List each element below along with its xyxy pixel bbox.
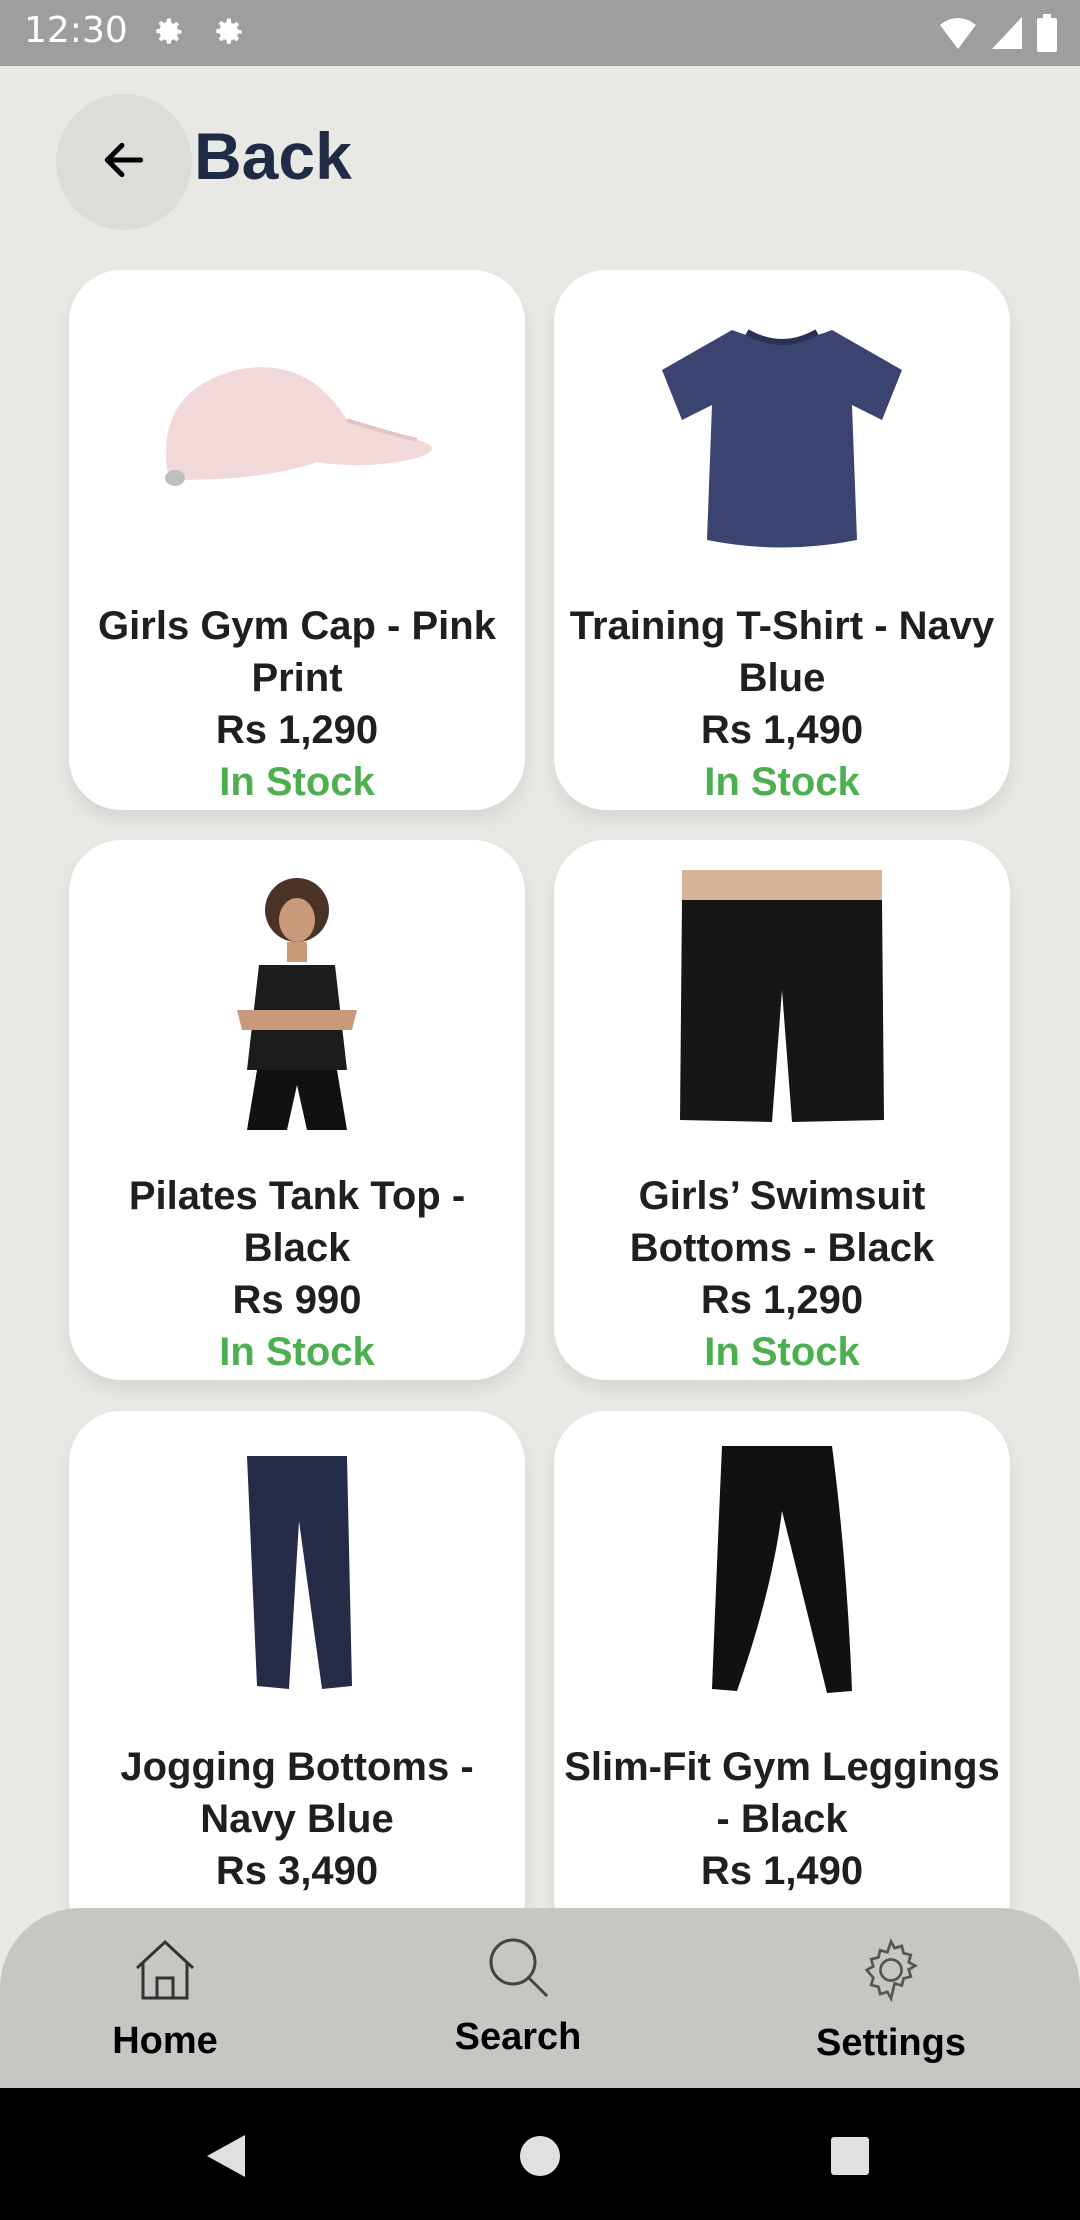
settings-notification-icon [150, 14, 186, 55]
product-card[interactable]: Slim-Fit Gym Leggings - Black Rs 1,490 [554, 1411, 1010, 1951]
status-time: 12:30 [24, 10, 128, 51]
product-price: Rs 1,290 [700, 1278, 864, 1322]
product-card[interactable]: Training T-Shirt - Navy Blue Rs 1,490 In… [554, 270, 1010, 810]
nav-settings-label: Settings [816, 2022, 966, 2064]
product-image [69, 1441, 525, 1701]
search-icon [483, 1938, 553, 2009]
nav-search[interactable]: Search [408, 1934, 628, 2059]
stock-status: In Stock [219, 760, 375, 804]
stock-status: In Stock [704, 1330, 860, 1374]
nav-settings[interactable]: Settings [781, 1934, 1001, 2065]
system-navigation-bar [0, 2088, 1080, 2220]
gear-icon [854, 1938, 928, 2015]
product-price: Rs 990 [232, 1278, 362, 1322]
product-image [554, 870, 1010, 1130]
stock-status: In Stock [704, 760, 860, 804]
product-name: Girls Gym Cap - Pink Print [98, 604, 496, 700]
home-icon [129, 1939, 201, 2013]
bottom-navigation: Home Search Settings [0, 1908, 1080, 2088]
product-price: Rs 3,490 [215, 1849, 379, 1893]
product-card[interactable]: Girls Gym Cap - Pink Print Rs 1,290 In S… [69, 270, 525, 810]
product-image [69, 870, 525, 1130]
nav-home[interactable]: Home [55, 1934, 275, 2063]
back-triangle-icon[interactable] [205, 2133, 249, 2184]
product-price: Rs 1,490 [700, 708, 864, 752]
arrow-left-icon [99, 135, 149, 190]
home-circle-icon[interactable] [518, 2134, 562, 2183]
stock-status: In Stock [219, 1330, 375, 1374]
recents-square-icon[interactable] [830, 2136, 870, 2181]
product-card[interactable]: Girls’ Swimsuit Bottoms - Black Rs 1,290… [554, 840, 1010, 1380]
signal-icon [990, 15, 1024, 56]
product-image [69, 300, 525, 560]
product-image [554, 300, 1010, 560]
battery-icon [1036, 14, 1058, 57]
page-title: Back [194, 119, 352, 193]
status-bar: 12:30 [0, 0, 1080, 66]
product-name: Jogging Bottoms - Navy Blue [120, 1745, 474, 1841]
settings-notification-icon [210, 14, 246, 55]
product-card[interactable]: Pilates Tank Top - Black Rs 990 In Stock [69, 840, 525, 1380]
product-card[interactable]: Jogging Bottoms - Navy Blue Rs 3,490 [69, 1411, 525, 1951]
product-name: Pilates Tank Top - Black [128, 1174, 466, 1270]
nav-home-label: Home [112, 2020, 218, 2062]
product-name: Training T-Shirt - Navy Blue [569, 604, 995, 700]
product-name: Slim-Fit Gym Leggings - Black [564, 1745, 1000, 1841]
wifi-icon [938, 15, 978, 56]
back-button[interactable] [56, 94, 192, 230]
product-image [554, 1441, 1010, 1701]
product-price: Rs 1,490 [700, 1849, 864, 1893]
nav-search-label: Search [454, 2016, 582, 2058]
product-name: Girls’ Swimsuit Bottoms - Black [629, 1174, 935, 1270]
product-price: Rs 1,290 [215, 708, 379, 752]
